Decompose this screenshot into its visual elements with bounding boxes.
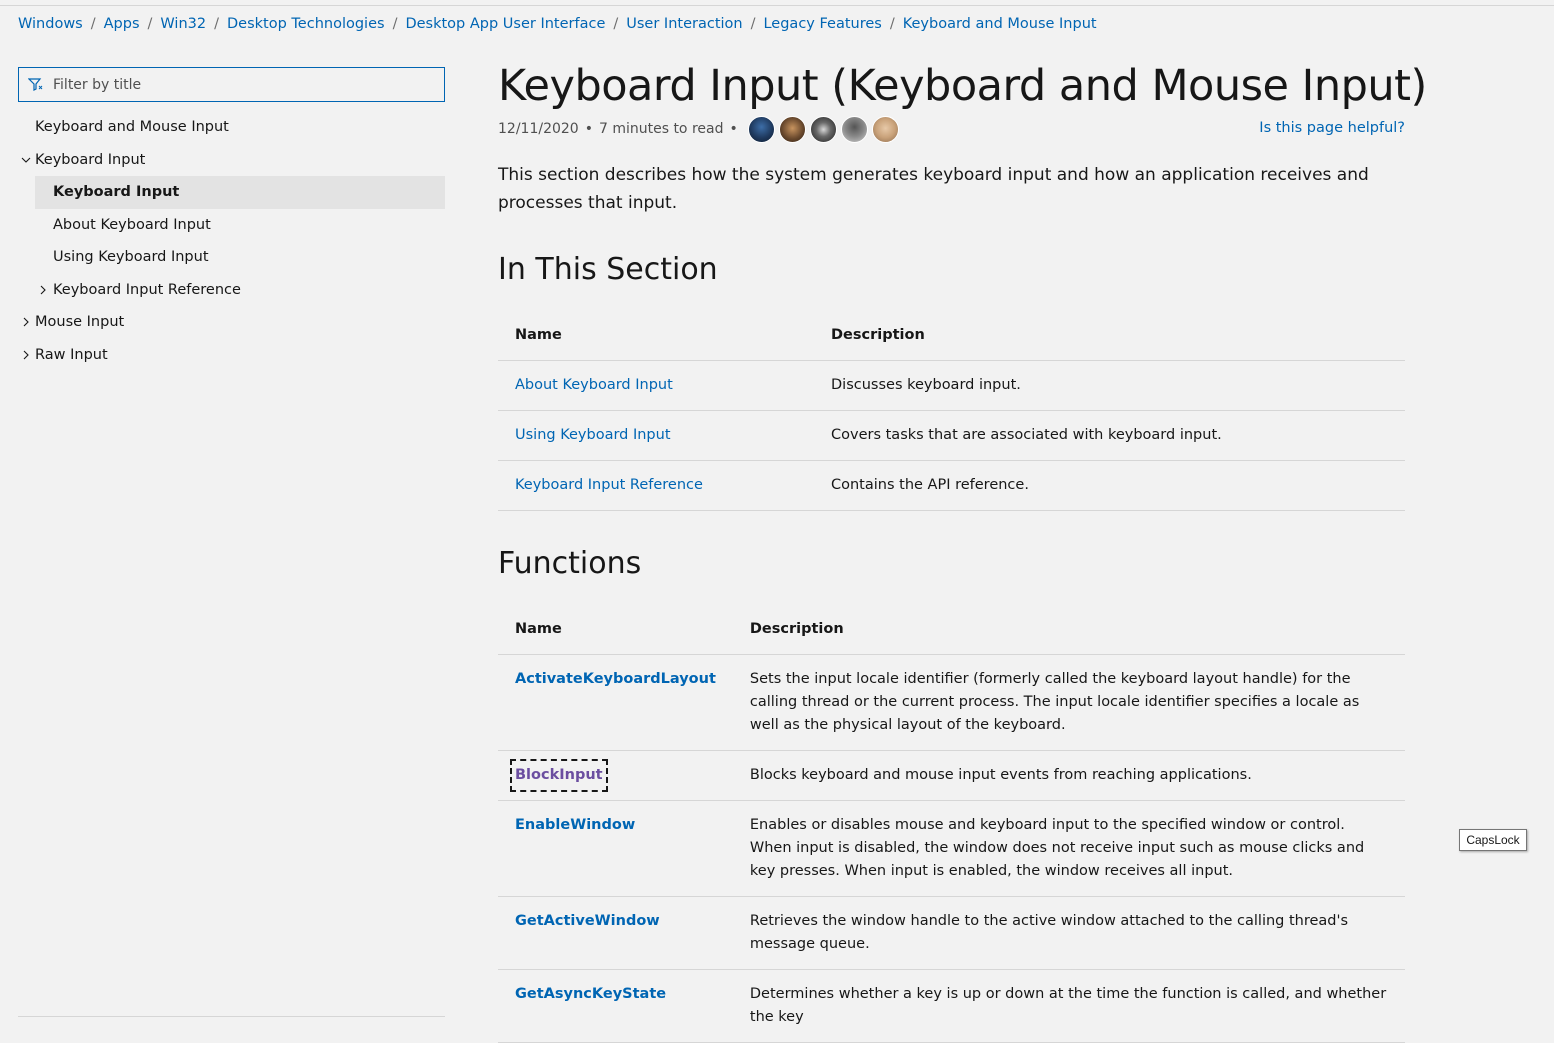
sidebar-item-label: Keyboard and Mouse Input: [35, 119, 229, 136]
sidebar-item-label: Raw Input: [35, 346, 108, 363]
contributors: [747, 115, 903, 143]
link-blockinput[interactable]: BlockInput: [515, 767, 603, 783]
section-heading-functions: Functions: [498, 546, 642, 581]
breadcrumb: Windows / Apps / Win32 / Desktop Technol…: [18, 14, 1097, 34]
article: Keyboard Input (Keyboard and Mouse Input…: [498, 56, 1427, 1043]
sidebar-divider: [18, 1016, 445, 1017]
breadcrumb-separator: /: [392, 16, 398, 32]
focus-outline: BlockInput: [510, 758, 608, 792]
article-intro: This section describes how the system ge…: [498, 165, 1369, 213]
avatar[interactable]: [871, 115, 899, 143]
avatar[interactable]: [778, 115, 806, 143]
page-title: Keyboard Input (Keyboard and Mouse Input…: [498, 61, 1427, 111]
row-description: Covers tasks that are associated with ke…: [814, 410, 1405, 461]
article-date: 12/11/2020: [498, 121, 579, 137]
sidebar-item-label: Keyboard Input: [53, 184, 180, 201]
read-time: 7 minutes to read: [598, 121, 724, 137]
breadcrumb-keyboard-mouse-input[interactable]: Keyboard and Mouse Input: [903, 16, 1097, 32]
meta-separator: •: [584, 121, 593, 137]
link-enablewindow[interactable]: EnableWindow: [515, 817, 635, 833]
breadcrumb-windows[interactable]: Windows: [18, 16, 83, 32]
breadcrumb-apps[interactable]: Apps: [104, 16, 140, 32]
link-activatekeyboardlayout[interactable]: ActivateKeyboardLayout: [515, 671, 716, 687]
link-about-keyboard-input[interactable]: About Keyboard Input: [515, 377, 673, 393]
table-row: BlockInput Blocks keyboard and mouse inp…: [498, 750, 1405, 801]
row-description: Determines whether a key is up or down a…: [732, 969, 1405, 1043]
filter-box: [18, 67, 445, 102]
breadcrumb-legacy-features[interactable]: Legacy Features: [763, 16, 881, 32]
table-row: GetAsyncKeyState Determines whether a ke…: [498, 969, 1405, 1043]
table-row: GetActiveWindow Retrieves the window han…: [498, 896, 1405, 970]
filter-icon: [27, 76, 45, 94]
avatar[interactable]: [747, 115, 775, 143]
sidebar-item-label: Mouse Input: [35, 314, 125, 331]
breadcrumb-user-interaction[interactable]: User Interaction: [626, 16, 742, 32]
row-description: Contains the API reference.: [814, 460, 1405, 511]
chevron-down-icon[interactable]: [20, 154, 32, 166]
functions-table: Name Description ActivateKeyboardLayout …: [498, 604, 1405, 1043]
capslock-tooltip: CapsLock: [1459, 829, 1527, 851]
breadcrumb-separator: /: [750, 16, 756, 32]
breadcrumb-separator: /: [214, 16, 219, 32]
in-this-section-table: Name Description About Keyboard Input Di…: [498, 310, 1405, 511]
sidebar-item-keyboard-input-reference[interactable]: Keyboard Input Reference: [18, 274, 445, 307]
breadcrumb-separator: /: [147, 16, 153, 32]
filter-input[interactable]: [53, 76, 433, 93]
sidebar-item-raw-input[interactable]: Raw Input: [18, 339, 445, 372]
column-header-description: Description: [814, 310, 1405, 361]
table-row: Using Keyboard Input Covers tasks that a…: [498, 410, 1405, 461]
sidebar-item-keyboard-and-mouse-input[interactable]: Keyboard and Mouse Input: [18, 111, 445, 144]
link-keyboard-input-reference[interactable]: Keyboard Input Reference: [515, 477, 703, 493]
breadcrumb-win32[interactable]: Win32: [160, 16, 206, 32]
sidebar-item-label: Keyboard Input: [35, 151, 146, 168]
sidebar-item-mouse-input[interactable]: Mouse Input: [18, 306, 445, 339]
link-getactivewindow[interactable]: GetActiveWindow: [515, 913, 660, 929]
breadcrumb-separator: /: [613, 16, 619, 32]
chevron-right-icon[interactable]: [37, 284, 49, 296]
row-description: Discusses keyboard input.: [814, 360, 1405, 411]
table-row: About Keyboard Input Discusses keyboard …: [498, 360, 1405, 411]
sidebar-item-about-keyboard-input[interactable]: About Keyboard Input: [18, 209, 445, 242]
table-row: ActivateKeyboardLayout Sets the input lo…: [498, 654, 1405, 751]
sidebar-item-keyboard-input-selected[interactable]: Keyboard Input: [35, 176, 445, 209]
row-description: Retrieves the window handle to the activ…: [732, 896, 1405, 970]
avatar[interactable]: [840, 115, 868, 143]
article-meta: 12/11/2020 • 7 minutes to read • Is this…: [498, 114, 1405, 144]
sidebar-item-keyboard-input-group[interactable]: Keyboard Input: [18, 144, 445, 177]
page-helpful-link[interactable]: Is this page helpful?: [1259, 120, 1405, 136]
sidebar-item-label: About Keyboard Input: [53, 216, 211, 233]
row-description: Sets the input locale identifier (former…: [732, 654, 1405, 751]
avatar[interactable]: [809, 115, 837, 143]
table-row: Keyboard Input Reference Contains the AP…: [498, 460, 1405, 511]
table-header-row: Name Description: [498, 604, 1405, 655]
row-description: Enables or disables mouse and keyboard i…: [732, 800, 1405, 897]
chevron-right-icon[interactable]: [20, 316, 32, 328]
table-row: EnableWindow Enables or disables mouse a…: [498, 800, 1405, 897]
column-header-description: Description: [732, 604, 1405, 655]
sidebar-item-label: Using Keyboard Input: [53, 249, 209, 266]
section-heading-in-this-section: In This Section: [498, 252, 718, 287]
row-description: Blocks keyboard and mouse input events f…: [732, 750, 1405, 801]
breadcrumb-desktop-technologies[interactable]: Desktop Technologies: [227, 16, 385, 32]
top-divider: [0, 5, 1554, 6]
sidebar-toc: Keyboard and Mouse Input Keyboard Input …: [18, 111, 445, 371]
chevron-right-icon[interactable]: [20, 349, 32, 361]
table-header-row: Name Description: [498, 310, 1405, 361]
link-using-keyboard-input[interactable]: Using Keyboard Input: [515, 427, 671, 443]
sidebar-item-label: Keyboard Input Reference: [53, 281, 241, 298]
breadcrumb-desktop-app-ui[interactable]: Desktop App User Interface: [405, 16, 605, 32]
meta-separator: •: [729, 121, 738, 137]
sidebar-item-using-keyboard-input[interactable]: Using Keyboard Input: [18, 241, 445, 274]
breadcrumb-separator: /: [889, 16, 895, 32]
link-getasynckeystate[interactable]: GetAsyncKeyState: [515, 986, 666, 1002]
column-header-name: Name: [498, 604, 733, 655]
breadcrumb-separator: /: [90, 16, 96, 32]
column-header-name: Name: [498, 310, 814, 361]
